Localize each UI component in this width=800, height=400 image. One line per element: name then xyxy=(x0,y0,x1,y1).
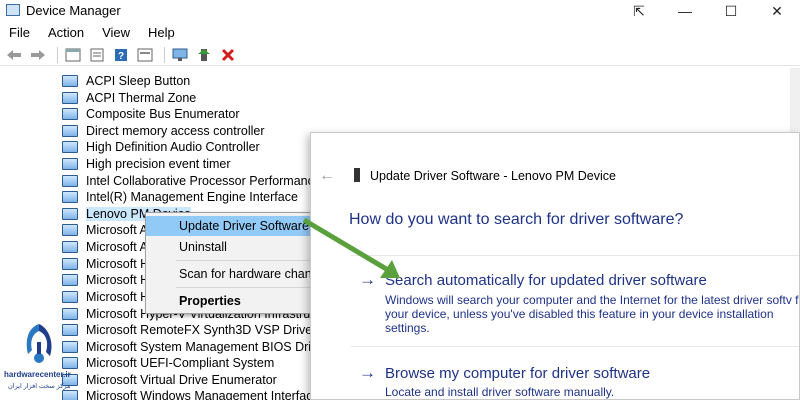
tree-item[interactable]: Microsoft RemoteFX Synth3D VSP Driver xyxy=(62,322,316,338)
minimize-button[interactable]: — xyxy=(662,0,708,22)
device-icon xyxy=(62,108,78,120)
tree-item[interactable]: Microsoft A xyxy=(62,222,148,238)
tree-item[interactable]: Composite Bus Enumerator xyxy=(62,106,240,122)
uninstall-x-icon[interactable] xyxy=(218,46,238,64)
restore-icon[interactable]: ⇱ xyxy=(616,0,662,22)
tree-item[interactable]: Microsoft A xyxy=(62,239,148,255)
device-icon xyxy=(62,258,78,270)
device-icon xyxy=(62,191,78,203)
menu-scan-hardware[interactable]: Scan for hardware chang xyxy=(146,264,324,284)
context-menu: Update Driver Software... Uninstall Scan… xyxy=(145,212,325,314)
tree-item[interactable]: High Definition Audio Controller xyxy=(62,139,260,155)
device-icon xyxy=(62,274,78,286)
tree-item[interactable]: Intel(R) Management Engine Interface xyxy=(62,189,298,205)
tree-item[interactable]: Microsoft H xyxy=(62,256,149,272)
option-title: Search automatically for updated driver … xyxy=(385,272,707,289)
tree-item[interactable]: Microsoft Windows Management Interfac xyxy=(62,388,312,400)
properties-icon[interactable] xyxy=(87,46,107,64)
annotation-arrow-icon xyxy=(302,217,400,278)
device-icon xyxy=(62,224,78,236)
menu-bar: File Action View Help xyxy=(0,24,184,42)
menu-update-driver[interactable]: Update Driver Software... xyxy=(146,216,324,236)
device-icon xyxy=(62,141,78,153)
tree-item[interactable]: ACPI Thermal Zone xyxy=(62,90,196,106)
tree-item[interactable]: ACPI Sleep Button xyxy=(62,73,190,89)
hardwarecenter-logo-icon xyxy=(26,324,52,363)
tree-item[interactable]: Direct memory access controller xyxy=(62,123,265,139)
menu-help[interactable]: Help xyxy=(139,24,184,42)
dialog-title: Update Driver Software - Lenovo PM Devic… xyxy=(370,169,616,183)
search-automatically-option[interactable]: → Search automatically for updated drive… xyxy=(351,255,800,347)
tree-item[interactable]: Microsoft H xyxy=(62,289,149,305)
tree-item[interactable]: Microsoft H xyxy=(62,272,149,288)
device-manager-icon xyxy=(6,4,20,16)
device-icon xyxy=(62,158,78,170)
menu-action[interactable]: Action xyxy=(39,24,93,42)
device-icon xyxy=(62,291,78,303)
monitor-icon[interactable] xyxy=(170,46,190,64)
device-icon xyxy=(62,175,78,187)
browse-computer-option[interactable]: Browse my computer for driver software xyxy=(385,365,650,382)
watermark-logo: hardwarecenter.ir مرکز سخت افزار ایران xyxy=(4,322,71,398)
menu-uninstall[interactable]: Uninstall xyxy=(146,237,324,257)
tree-item[interactable]: Intel Collaborative Processor Performanc… xyxy=(62,173,321,189)
device-icon xyxy=(62,92,78,104)
device-icon xyxy=(62,75,78,87)
tree-item[interactable]: High precision event timer xyxy=(62,156,231,172)
tree-item[interactable]: Microsoft System Management BIOS Drive xyxy=(62,339,324,355)
menu-properties[interactable]: Properties xyxy=(146,291,324,311)
arrow-right-icon: → xyxy=(359,363,376,382)
forward-arrow-icon[interactable] xyxy=(28,46,48,64)
title-bar: Device Manager ⇱ — ☐ ✕ xyxy=(0,0,800,22)
view-icon[interactable] xyxy=(135,46,155,64)
device-icon xyxy=(62,308,78,320)
menu-view[interactable]: View xyxy=(93,24,139,42)
help-icon[interactable]: ? xyxy=(111,46,131,64)
device-icon xyxy=(62,125,78,137)
tree-item[interactable]: Microsoft Virtual Drive Enumerator xyxy=(62,372,277,388)
back-arrow-icon[interactable]: ← xyxy=(319,167,335,185)
show-hide-tree-icon[interactable] xyxy=(63,46,83,64)
back-arrow-icon[interactable] xyxy=(4,46,24,64)
close-button[interactable]: ✕ xyxy=(754,0,800,22)
menu-separator xyxy=(176,260,320,261)
menu-separator xyxy=(176,287,320,288)
device-icon xyxy=(354,168,360,182)
tree-item[interactable]: Microsoft UEFI-Compliant System xyxy=(62,355,274,371)
device-icon xyxy=(62,208,78,220)
menu-file[interactable]: File xyxy=(0,24,39,42)
window-title: Device Manager xyxy=(26,3,121,18)
update-driver-icon[interactable] xyxy=(194,46,214,64)
option-description: Windows will search your computer and th… xyxy=(385,293,800,335)
svg-text:?: ? xyxy=(118,51,124,62)
toolbar-divider xyxy=(57,46,58,63)
watermark-tagline: مرکز سخت افزار ایران xyxy=(8,383,71,390)
option-description: Locate and install driver software manua… xyxy=(385,385,615,399)
device-icon xyxy=(62,241,78,253)
watermark-name: hardwarecenter.ir xyxy=(4,370,71,379)
toolbar-divider xyxy=(164,46,165,63)
maximize-button[interactable]: ☐ xyxy=(708,0,754,22)
toolbar: ? xyxy=(0,44,800,66)
